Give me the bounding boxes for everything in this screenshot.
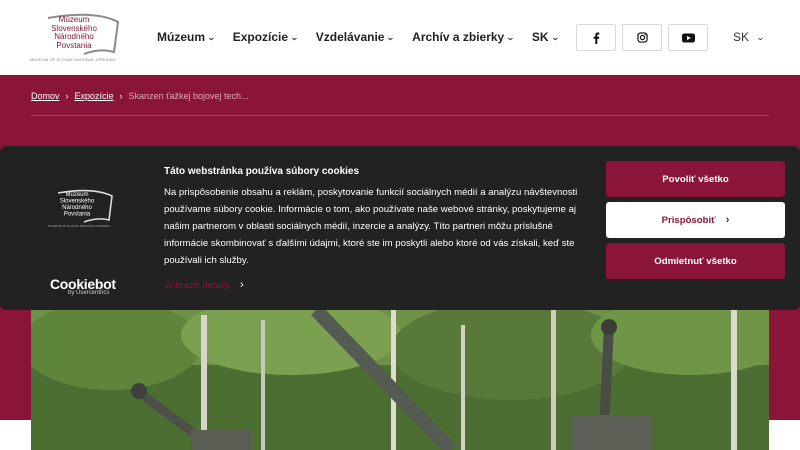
tanks-in-forest-photo xyxy=(31,305,769,450)
nav-item-vzdelavanie[interactable]: Vzdelávanie ⌄ xyxy=(315,30,396,44)
logo-arc-graphic: Múzeum Slovenského Národného Povstania M… xyxy=(48,189,113,228)
cookiebot-brand: Cookiebot by Usercentrics xyxy=(50,276,116,296)
logo-text: Múzeum Slovenského Národného Povstania xyxy=(38,15,110,50)
customize-button[interactable]: Prispôsobiť › xyxy=(606,202,785,238)
chevron-right-icon: › xyxy=(725,214,730,226)
show-details-link[interactable]: Zobraziť detaily › xyxy=(164,279,244,291)
chevron-down-icon: ⌄ xyxy=(206,32,216,42)
cookiebot-by: by Usercentrics xyxy=(68,290,110,296)
youtube-button[interactable] xyxy=(668,24,708,51)
logo-line: Slovenského xyxy=(60,199,95,205)
instagram-button[interactable] xyxy=(622,24,662,51)
nav-item-label: Archív a zbierky xyxy=(412,30,505,44)
museum-logo[interactable]: Múzeum Slovenského Národného Povstania M… xyxy=(30,12,122,64)
nav-item-muzeum[interactable]: Múzeum ⌄ xyxy=(157,30,216,44)
nav-item-label: Múzeum xyxy=(157,30,205,44)
breadcrumb-divider xyxy=(31,115,769,116)
allow-all-label: Povoliť všetko xyxy=(662,173,729,185)
facebook-button[interactable] xyxy=(576,24,616,51)
logo-subtitle: MUSEUM OF SLOVAK NATIONAL UPRISING xyxy=(30,57,116,62)
nav-item-sk[interactable]: SK ⌄ xyxy=(531,30,560,44)
language-selector[interactable]: SK ⌄ xyxy=(733,30,765,44)
nav-item-expozicie[interactable]: Expozície ⌄ xyxy=(232,30,299,44)
chevron-down-icon: ⌄ xyxy=(290,32,299,42)
chevron-down-icon: ⌄ xyxy=(756,32,765,42)
logo-subtitle: MUSEUM OF SLOVAK NATIONAL UPRISING xyxy=(48,224,110,228)
nav-item-label: SK xyxy=(531,30,549,44)
site-header: Múzeum Slovenského Národného Povstania M… xyxy=(0,0,800,75)
breadcrumb: Domov › Expozície › Skanzen ťažkej bojov… xyxy=(31,91,249,101)
banner-museum-logo: Múzeum Slovenského Národného Povstania M… xyxy=(48,188,118,228)
chevron-right-icon: › xyxy=(65,91,69,101)
nav-item-label: Vzdelávanie xyxy=(315,30,385,44)
logo-line: Povstania xyxy=(64,212,91,218)
logo-line: Povstania xyxy=(56,40,92,50)
facebook-icon xyxy=(593,32,600,44)
chevron-right-icon: › xyxy=(240,279,244,291)
cookie-title: Táto webstránka používa súbory cookies xyxy=(164,166,360,177)
cookie-description: Na prispôsobenie obsahu a reklám, poskyt… xyxy=(164,187,578,266)
breadcrumb-section[interactable]: Expozície xyxy=(75,91,114,101)
hero-image xyxy=(31,305,769,450)
cookie-consent-banner: Múzeum Slovenského Národného Povstania M… xyxy=(0,146,800,310)
breadcrumb-current: Skanzen ťažkej bojovej tech... xyxy=(128,91,249,101)
breadcrumb-home[interactable]: Domov xyxy=(31,91,60,101)
show-details-label: Zobraziť detaily xyxy=(164,279,230,291)
chevron-down-icon: ⌄ xyxy=(550,32,560,42)
chevron-down-icon: ⌄ xyxy=(506,32,515,42)
customize-label: Prispôsobiť xyxy=(661,214,716,226)
chevron-right-icon: › xyxy=(119,91,123,101)
chevron-down-icon: ⌄ xyxy=(386,32,396,42)
nav-item-archiv[interactable]: Archív a zbierky ⌄ xyxy=(412,30,515,44)
instagram-icon xyxy=(636,32,648,43)
logo-line: Múzeum xyxy=(65,192,88,198)
logo-line: Národného xyxy=(62,205,92,211)
nav-item-label: Expozície xyxy=(232,30,289,44)
language-label: SK xyxy=(733,30,750,44)
youtube-icon xyxy=(681,33,695,42)
deny-all-button[interactable]: Odmietnuť všetko xyxy=(606,243,785,279)
deny-all-label: Odmietnuť všetko xyxy=(654,255,737,267)
allow-all-button[interactable]: Povoliť všetko xyxy=(606,161,785,197)
main-nav: Múzeum ⌄ Expozície ⌄ Vzdelávanie ⌄ Archí… xyxy=(157,30,576,44)
